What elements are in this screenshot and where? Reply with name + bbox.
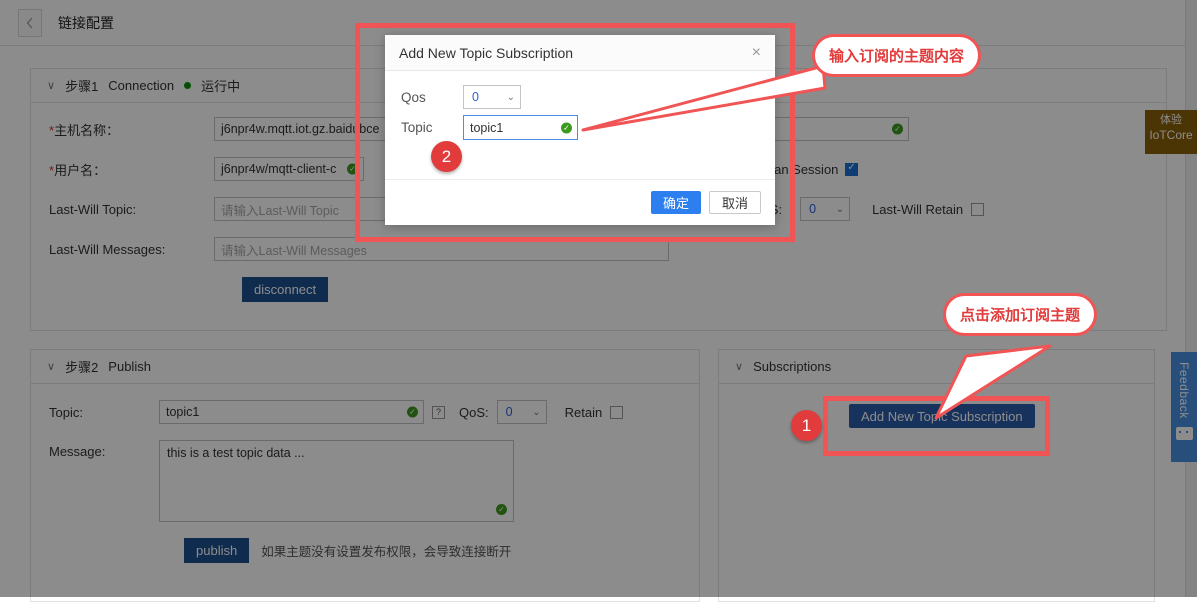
dialog-topic-row: Topic topic1 ✓ (385, 115, 775, 140)
dialog-qos-row: Qos 0 ⌄ (385, 85, 775, 109)
close-icon[interactable]: × (752, 45, 761, 61)
add-topic-subscription-dialog: Add New Topic Subscription × Qos 0 ⌄ Top… (385, 35, 775, 225)
dialog-cancel-button[interactable]: 取消 (709, 191, 761, 214)
dialog-topic-label: Topic (401, 120, 463, 135)
dialog-topic-value: topic1 (470, 121, 503, 135)
dialog-title: Add New Topic Subscription (399, 45, 573, 61)
dialog-confirm-button[interactable]: 确定 (651, 191, 701, 214)
valid-check-icon: ✓ (561, 122, 572, 133)
dialog-body: Qos 0 ⌄ Topic topic1 ✓ (385, 71, 775, 140)
dialog-footer: 确定 取消 (385, 179, 775, 225)
dialog-qos-label: Qos (401, 90, 463, 105)
dialog-header: Add New Topic Subscription × (385, 35, 775, 71)
dialog-qos-value: 0 (472, 90, 479, 104)
chevron-down-icon: ⌄ (507, 92, 515, 103)
dialog-topic-input[interactable]: topic1 ✓ (463, 115, 578, 140)
dialog-qos-select[interactable]: 0 ⌄ (463, 85, 521, 109)
